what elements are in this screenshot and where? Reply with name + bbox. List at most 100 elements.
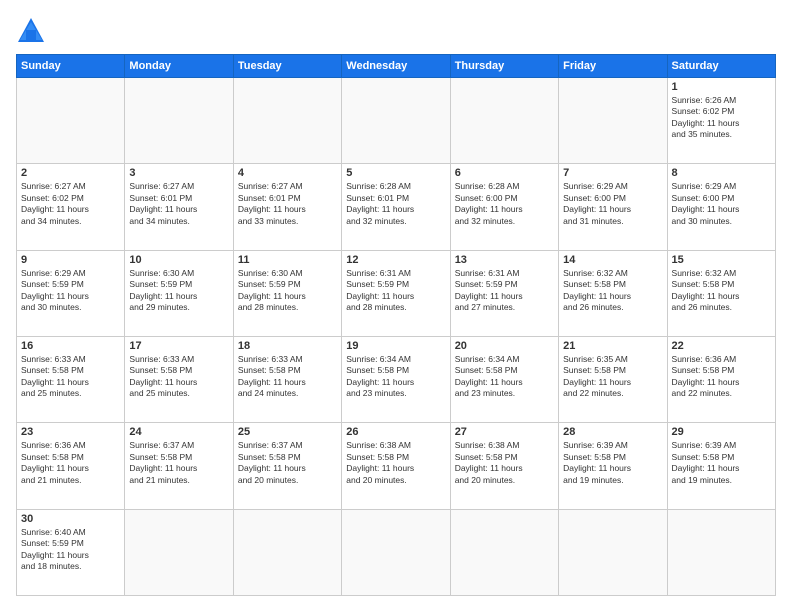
day-info: Sunrise: 6:29 AM Sunset: 6:00 PM Dayligh… (563, 181, 662, 227)
day-number: 14 (563, 254, 662, 266)
day-info: Sunrise: 6:39 AM Sunset: 5:58 PM Dayligh… (563, 440, 662, 486)
day-info: Sunrise: 6:26 AM Sunset: 6:02 PM Dayligh… (672, 95, 771, 141)
day-cell (667, 509, 775, 595)
day-cell (342, 78, 450, 164)
day-cell: 30 Sunrise: 6:40 AM Sunset: 5:59 PM Dayli… (17, 509, 125, 595)
day-cell: 10 Sunrise: 6:30 AM Sunset: 5:59 PM Dayli… (125, 250, 233, 336)
day-cell: 14 Sunrise: 6:32 AM Sunset: 5:58 PM Dayli… (559, 250, 667, 336)
day-cell (559, 78, 667, 164)
day-number: 4 (238, 167, 337, 179)
day-cell: 18 Sunrise: 6:33 AM Sunset: 5:58 PM Dayli… (233, 336, 341, 422)
day-cell: 13 Sunrise: 6:31 AM Sunset: 5:59 PM Dayli… (450, 250, 558, 336)
day-cell: 8Sunrise: 6:29 AM Sunset: 6:00 PM Daylig… (667, 164, 775, 250)
day-number: 2 (21, 167, 120, 179)
day-number: 13 (455, 254, 554, 266)
header (16, 16, 776, 44)
day-info: Sunrise: 6:34 AM Sunset: 5:58 PM Dayligh… (455, 354, 554, 400)
day-info: Sunrise: 6:33 AM Sunset: 5:58 PM Dayligh… (238, 354, 337, 400)
day-info: Sunrise: 6:38 AM Sunset: 5:58 PM Dayligh… (455, 440, 554, 486)
day-number: 17 (129, 340, 228, 352)
day-info: Sunrise: 6:40 AM Sunset: 5:59 PM Dayligh… (21, 527, 120, 573)
day-number: 3 (129, 167, 228, 179)
day-cell (450, 509, 558, 595)
day-number: 23 (21, 426, 120, 438)
day-cell: 16Sunrise: 6:33 AM Sunset: 5:58 PM Dayli… (17, 336, 125, 422)
weekday-wednesday: Wednesday (342, 55, 450, 78)
day-number: 15 (672, 254, 771, 266)
day-cell: 12 Sunrise: 6:31 AM Sunset: 5:59 PM Dayli… (342, 250, 450, 336)
day-info: Sunrise: 6:36 AM Sunset: 5:58 PM Dayligh… (672, 354, 771, 400)
week-row-1: 1 Sunrise: 6:26 AM Sunset: 6:02 PM Daylig… (17, 78, 776, 164)
day-info: Sunrise: 6:38 AM Sunset: 5:58 PM Dayligh… (346, 440, 445, 486)
weekday-thursday: Thursday (450, 55, 558, 78)
day-cell (450, 78, 558, 164)
day-info: Sunrise: 6:32 AM Sunset: 5:58 PM Dayligh… (563, 268, 662, 314)
week-row-5: 23 Sunrise: 6:36 AM Sunset: 5:58 PM Dayli… (17, 423, 776, 509)
day-number: 10 (129, 254, 228, 266)
day-info: Sunrise: 6:28 AM Sunset: 6:01 PM Dayligh… (346, 181, 445, 227)
day-number: 7 (563, 167, 662, 179)
day-cell: 27 Sunrise: 6:38 AM Sunset: 5:58 PM Dayli… (450, 423, 558, 509)
day-cell: 1 Sunrise: 6:26 AM Sunset: 6:02 PM Daylig… (667, 78, 775, 164)
day-number: 22 (672, 340, 771, 352)
day-info: Sunrise: 6:36 AM Sunset: 5:58 PM Dayligh… (21, 440, 120, 486)
day-info: Sunrise: 6:31 AM Sunset: 5:59 PM Dayligh… (346, 268, 445, 314)
weekday-sunday: Sunday (17, 55, 125, 78)
logo-icon (16, 16, 46, 44)
day-cell: 20 Sunrise: 6:34 AM Sunset: 5:58 PM Dayli… (450, 336, 558, 422)
day-info: Sunrise: 6:27 AM Sunset: 6:02 PM Dayligh… (21, 181, 120, 227)
day-number: 1 (672, 81, 771, 93)
day-cell: 26Sunrise: 6:38 AM Sunset: 5:58 PM Dayli… (342, 423, 450, 509)
day-info: Sunrise: 6:29 AM Sunset: 5:59 PM Dayligh… (21, 268, 120, 314)
day-cell (17, 78, 125, 164)
weekday-tuesday: Tuesday (233, 55, 341, 78)
day-number: 25 (238, 426, 337, 438)
day-cell: 29Sunrise: 6:39 AM Sunset: 5:58 PM Dayli… (667, 423, 775, 509)
day-cell: 4 Sunrise: 6:27 AM Sunset: 6:01 PM Daylig… (233, 164, 341, 250)
day-cell: 2 Sunrise: 6:27 AM Sunset: 6:02 PM Daylig… (17, 164, 125, 250)
day-cell (342, 509, 450, 595)
day-cell: 19 Sunrise: 6:34 AM Sunset: 5:58 PM Dayli… (342, 336, 450, 422)
day-cell: 24Sunrise: 6:37 AM Sunset: 5:58 PM Dayli… (125, 423, 233, 509)
day-cell: 28 Sunrise: 6:39 AM Sunset: 5:58 PM Dayli… (559, 423, 667, 509)
day-number: 20 (455, 340, 554, 352)
day-cell: 17 Sunrise: 6:33 AM Sunset: 5:58 PM Dayli… (125, 336, 233, 422)
day-cell: 9Sunrise: 6:29 AM Sunset: 5:59 PM Daylig… (17, 250, 125, 336)
day-cell: 23 Sunrise: 6:36 AM Sunset: 5:58 PM Dayli… (17, 423, 125, 509)
day-cell (233, 509, 341, 595)
day-info: Sunrise: 6:27 AM Sunset: 6:01 PM Dayligh… (238, 181, 337, 227)
day-cell (233, 78, 341, 164)
weekday-saturday: Saturday (667, 55, 775, 78)
day-cell (125, 78, 233, 164)
day-number: 18 (238, 340, 337, 352)
day-info: Sunrise: 6:31 AM Sunset: 5:59 PM Dayligh… (455, 268, 554, 314)
weekday-friday: Friday (559, 55, 667, 78)
day-info: Sunrise: 6:29 AM Sunset: 6:00 PM Dayligh… (672, 181, 771, 227)
day-info: Sunrise: 6:30 AM Sunset: 5:59 PM Dayligh… (238, 268, 337, 314)
day-info: Sunrise: 6:30 AM Sunset: 5:59 PM Dayligh… (129, 268, 228, 314)
day-number: 30 (21, 513, 120, 525)
calendar-table: SundayMondayTuesdayWednesdayThursdayFrid… (16, 54, 776, 596)
week-row-6: 30 Sunrise: 6:40 AM Sunset: 5:59 PM Dayli… (17, 509, 776, 595)
day-number: 12 (346, 254, 445, 266)
day-info: Sunrise: 6:33 AM Sunset: 5:58 PM Dayligh… (129, 354, 228, 400)
day-cell: 7 Sunrise: 6:29 AM Sunset: 6:00 PM Daylig… (559, 164, 667, 250)
weekday-monday: Monday (125, 55, 233, 78)
day-info: Sunrise: 6:28 AM Sunset: 6:00 PM Dayligh… (455, 181, 554, 227)
day-number: 28 (563, 426, 662, 438)
week-row-3: 9Sunrise: 6:29 AM Sunset: 5:59 PM Daylig… (17, 250, 776, 336)
day-cell (125, 509, 233, 595)
day-info: Sunrise: 6:34 AM Sunset: 5:58 PM Dayligh… (346, 354, 445, 400)
day-number: 11 (238, 254, 337, 266)
logo (16, 16, 52, 44)
day-number: 16 (21, 340, 120, 352)
week-row-4: 16 Sunrise: 6:33 AM Sunset: 5:58 PM Dayli… (17, 336, 776, 422)
day-info: Sunrise: 6:27 AM Sunset: 6:01 PM Dayligh… (129, 181, 228, 227)
day-number: 6 (455, 167, 554, 179)
day-number: 27 (455, 426, 554, 438)
day-cell: 15Sunrise: 6:32 AM Sunset: 5:58 PM Dayli… (667, 250, 775, 336)
day-info: Sunrise: 6:39 AM Sunset: 5:58 PM Dayligh… (672, 440, 771, 486)
day-number: 19 (346, 340, 445, 352)
day-cell: 22 Sunrise: 6:36 AM Sunset: 5:58 PM Dayli… (667, 336, 775, 422)
day-cell (559, 509, 667, 595)
